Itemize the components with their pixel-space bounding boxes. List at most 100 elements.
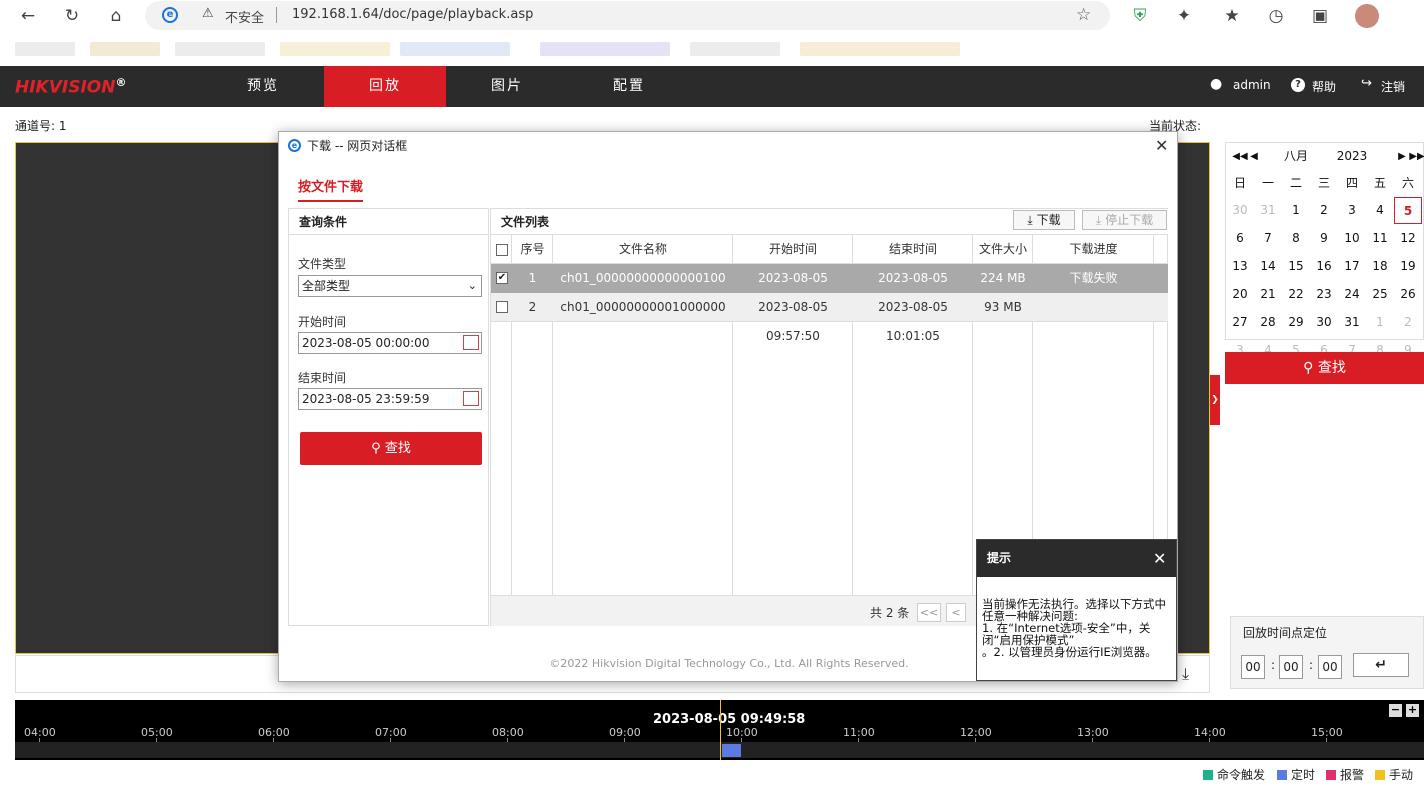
calendar-day[interactable]: 23 <box>1310 281 1338 308</box>
calendar-day[interactable]: 25 <box>1366 281 1394 308</box>
nav-picture[interactable]: 图片 <box>446 66 568 107</box>
table-row[interactable]: 2 ch01_00000000001000000 2023-08-05 09:5… <box>491 293 1168 343</box>
nav-config[interactable]: 配置 <box>568 66 690 107</box>
calendar-day[interactable]: 28 <box>1254 309 1282 336</box>
minute-input[interactable]: 00 <box>1279 655 1303 679</box>
calendar-day[interactable]: 10 <box>1338 225 1366 252</box>
home-icon[interactable]: ⌂ <box>105 5 127 27</box>
calendar-day[interactable]: 17 <box>1338 253 1366 280</box>
row-checkbox-checked[interactable]: ✔ <box>496 272 508 284</box>
logout-link[interactable]: 注销 <box>1381 78 1405 95</box>
calendar-month[interactable]: 八月 <box>1282 143 1310 170</box>
favorites-icon[interactable]: ★ <box>1221 5 1243 27</box>
file-type-select[interactable]: 全部类型 ⌄ <box>298 275 482 297</box>
calendar-day[interactable]: 11 <box>1366 225 1394 252</box>
download-button[interactable]: ⤓ 下载 <box>1013 210 1075 230</box>
close-icon[interactable]: ✕ <box>1153 540 1166 577</box>
calendar-day[interactable]: 4 <box>1366 197 1394 224</box>
second-input[interactable]: 00 <box>1318 655 1342 679</box>
calendar-day[interactable]: 29 <box>1282 309 1310 336</box>
enter-icon[interactable]: ↵ <box>1353 653 1409 677</box>
blurred-bookmark <box>15 42 75 56</box>
row-checkbox[interactable] <box>496 301 508 313</box>
calendar-day[interactable]: 30 <box>1226 197 1254 224</box>
nav-playback[interactable]: 回放 <box>324 66 446 107</box>
calendar-day[interactable]: 9 <box>1310 225 1338 252</box>
search-icon: ⚲ <box>371 441 381 456</box>
calendar-year[interactable]: 2023 <box>1334 143 1370 170</box>
end-time-input[interactable]: 2023-08-05 23:59:59 <box>298 388 482 410</box>
calendar-day[interactable]: 8 <box>1282 225 1310 252</box>
calendar-day[interactable]: 15 <box>1282 253 1310 280</box>
query-search-button[interactable]: ⚲ 查找 <box>300 432 482 465</box>
calendar-day[interactable]: 18 <box>1366 253 1394 280</box>
hour-input[interactable]: 00 <box>1241 655 1265 679</box>
calendar-search-button[interactable]: ⚲ 查找 <box>1225 352 1424 384</box>
column-header-index: 序号 <box>520 242 545 256</box>
tip-message: 当前操作无法执行。选择以下方式中任意一种解决问题: 1. 在“Internet选… <box>982 597 1166 659</box>
calendar-day[interactable]: 2 <box>1310 197 1338 224</box>
channel-label: 通道号: 1 <box>15 119 67 133</box>
calendar-day[interactable]: 12 <box>1394 225 1422 252</box>
stop-download-button[interactable]: ⤓ 停止下载 <box>1082 210 1167 230</box>
calendar-day-selected[interactable]: 5 <box>1394 197 1422 224</box>
history-icon[interactable]: ◷ <box>1265 5 1287 27</box>
calendar-day[interactable]: 21 <box>1254 281 1282 308</box>
favorite-star-icon[interactable]: ☆ <box>1076 5 1091 25</box>
calendar-day[interactable]: 20 <box>1226 281 1254 308</box>
user-icon: ● <box>1210 76 1223 92</box>
timed-recording-segment <box>722 744 741 757</box>
extensions-icon[interactable]: ✦ <box>1173 5 1195 27</box>
close-icon[interactable]: ✕ <box>1155 132 1168 160</box>
first-page-button[interactable]: << <box>917 603 941 622</box>
back-icon[interactable]: ← <box>17 5 39 27</box>
calendar-day[interactable]: 31 <box>1254 197 1282 224</box>
collapse-handle[interactable]: ❯ <box>1210 375 1220 425</box>
select-all-checkbox[interactable] <box>496 244 508 256</box>
calendar-day[interactable]: 6 <box>1226 225 1254 252</box>
calendar-day[interactable]: 13 <box>1226 253 1254 280</box>
shield-icon[interactable]: ⛨ <box>1129 5 1151 27</box>
calendar-day[interactable]: 16 <box>1310 253 1338 280</box>
calendar-day[interactable]: 1 <box>1366 309 1394 336</box>
download-icon[interactable]: ⤓ <box>1182 664 1189 684</box>
calendar-day[interactable]: 2 <box>1394 309 1422 336</box>
table-row[interactable]: ✔ 1 ch01_00000000000000100 2023-08-05 09… <box>491 264 1168 314</box>
search-icon: ⚲ <box>1303 360 1314 376</box>
help-link[interactable]: 帮助 <box>1312 78 1336 95</box>
reload-icon[interactable]: ↻ <box>61 5 83 27</box>
calendar-day[interactable]: 19 <box>1394 253 1422 280</box>
prev-month-icon[interactable]: ◀ <box>1240 143 1268 170</box>
avatar[interactable] <box>1355 4 1379 28</box>
prev-page-button[interactable]: < <box>946 603 966 622</box>
browser-toolbar: ← ↻ ⌂ e ⚠ 不安全 192.168.1.64/doc/page/play… <box>0 0 1424 32</box>
calendar-day[interactable]: 1 <box>1282 197 1310 224</box>
start-time-input[interactable]: 2023-08-05 00:00:00 <box>298 332 482 354</box>
nav-preview[interactable]: 预览 <box>202 66 324 107</box>
next-year-icon[interactable]: ▶▶ <box>1403 143 1424 170</box>
row-start: 2023-08-05 09:57:50 <box>758 300 828 343</box>
calendar-day[interactable]: 30 <box>1310 309 1338 336</box>
calendar-day[interactable]: 14 <box>1254 253 1282 280</box>
calendar-icon[interactable] <box>463 335 479 350</box>
calendar-day[interactable]: 24 <box>1338 281 1366 308</box>
tab-download-by-file[interactable]: 按文件下载 <box>298 176 364 202</box>
timeline[interactable]: 2023-08-05 09:49:58 − + 04:00 05:00 06:00 0… <box>15 700 1424 760</box>
help-icon: ? <box>1291 78 1305 92</box>
zoom-out-icon[interactable]: − <box>1389 704 1402 717</box>
calendar-day[interactable]: 27 <box>1226 309 1254 336</box>
calendar-day[interactable]: 22 <box>1282 281 1310 308</box>
collections-icon[interactable]: ▣ <box>1309 5 1331 27</box>
calendar-day[interactable]: 26 <box>1394 281 1422 308</box>
blurred-bookmark <box>540 42 670 56</box>
zoom-in-icon[interactable]: + <box>1406 704 1419 717</box>
ie-icon: e <box>162 7 178 23</box>
row-size: 224 MB <box>980 271 1026 285</box>
address-bar[interactable]: e ⚠ 不安全 192.168.1.64/doc/page/playback.a… <box>145 1 1110 30</box>
calendar-icon[interactable] <box>463 391 479 406</box>
calendar-day[interactable]: 31 <box>1338 309 1366 336</box>
timeline-cursor[interactable] <box>720 700 721 760</box>
calendar-day[interactable]: 7 <box>1254 225 1282 252</box>
username[interactable]: admin <box>1233 78 1271 92</box>
calendar-day[interactable]: 3 <box>1338 197 1366 224</box>
